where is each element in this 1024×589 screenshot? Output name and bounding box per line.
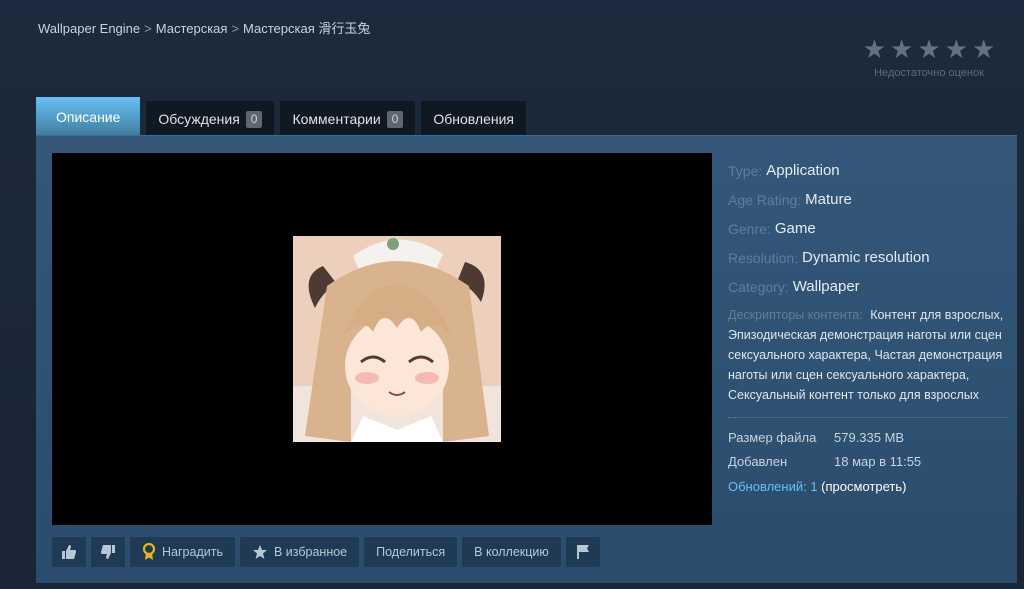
stat-added: Добавлен 18 мар в 11:55 — [728, 450, 1008, 474]
detail-label: Resolution: — [728, 249, 799, 266]
rating-text: Недостаточно оценок — [874, 67, 984, 79]
stat-label: Размер файла — [728, 430, 817, 445]
detail-label: Дескрипторы контента: — [728, 308, 863, 322]
award-label: Наградить — [162, 545, 223, 559]
share-button[interactable]: Поделиться — [364, 537, 458, 567]
star-icon: ★ — [890, 34, 914, 64]
tab-description[interactable]: Описание — [36, 97, 141, 137]
tab-label: Описание — [56, 109, 121, 125]
star-icon: ★ — [944, 34, 968, 64]
detail-age-rating: Age Rating: Mature — [728, 185, 1008, 214]
anime-girl-illustration — [293, 236, 501, 442]
detail-type: Type: Application — [728, 156, 1008, 185]
detail-label: Category: — [728, 278, 789, 295]
action-bar: Наградить В избранное Поделиться В колле… — [52, 537, 600, 567]
tab-count-badge: 0 — [245, 110, 263, 128]
star-icon: ★ — [862, 34, 887, 64]
breadcrumb: Wallpaper Engine > Мастерская > Мастерская 滑… — [38, 18, 370, 37]
tab-changelog[interactable]: Обновления — [421, 101, 526, 137]
award-button[interactable]: Наградить — [130, 537, 235, 567]
share-label: Поделиться — [376, 545, 446, 559]
detail-value: Wallpaper — [792, 278, 860, 295]
updates-link[interactable]: Обновлений: 1 — [728, 479, 818, 494]
breadcrumb-workshop[interactable]: Мастерская — [156, 21, 228, 36]
breadcrumb-author-workshop[interactable]: Мастерская 滑行玉兔 — [243, 21, 370, 36]
vote-down-button[interactable] — [91, 537, 125, 567]
collection-label: В коллекцию — [474, 545, 549, 559]
detail-genre: Genre: Game — [728, 214, 1008, 243]
star-icon: ★ — [917, 34, 941, 64]
flag-icon — [576, 545, 589, 559]
detail-value: Application — [766, 162, 840, 179]
item-details: Type: Application Age Rating: Mature Gen… — [728, 156, 1008, 500]
rating-widget: ★ ★ ★ ★ ★ Недостаточно оценок — [854, 36, 1004, 79]
breadcrumb-separator: > — [144, 21, 152, 36]
stat-value: 579.335 MB — [834, 430, 905, 445]
detail-label: Age Rating: — [728, 191, 802, 208]
add-to-collection-button[interactable]: В коллекцию — [462, 537, 561, 567]
star-icon: ★ — [971, 34, 996, 64]
stat-label: Добавлен — [728, 454, 788, 469]
tab-discussions[interactable]: Обсуждения 0 — [146, 101, 275, 137]
breadcrumb-separator: > — [231, 21, 240, 36]
view-updates-link[interactable]: (просмотреть) — [821, 479, 906, 494]
detail-value: Контент для взрослых, Эпизодическая демо… — [728, 308, 1004, 402]
stat-file-size: Размер файла 579.335 MB — [728, 426, 1008, 450]
vote-up-button[interactable] — [52, 537, 86, 567]
report-button[interactable] — [565, 537, 600, 567]
tab-label: Обсуждения — [158, 111, 240, 127]
rating-stars: ★ ★ ★ ★ ★ — [854, 36, 1004, 62]
updates-line: Обновлений: 1 (просмотреть) — [728, 474, 1008, 500]
description-panel: Type: Application Age Rating: Mature Gen… — [36, 135, 1017, 583]
thumbs-up-icon — [62, 545, 76, 559]
tab-bar: Описание Обсуждения 0 Комментарии 0 Обно… — [36, 95, 526, 137]
detail-value: Game — [774, 220, 816, 237]
tab-count-badge: 0 — [386, 110, 404, 128]
stat-value: 18 мар в 11:55 — [834, 454, 922, 469]
detail-value: Dynamic resolution — [802, 249, 930, 266]
star-icon — [252, 545, 267, 559]
tab-comments[interactable]: Комментарии 0 — [280, 101, 416, 137]
favorite-button[interactable]: В избранное — [239, 537, 360, 567]
detail-label: Genre: — [728, 220, 771, 237]
tab-label: Комментарии — [292, 111, 381, 127]
award-icon — [142, 543, 156, 560]
breadcrumb-wallpaper-engine[interactable]: Wallpaper Engine — [38, 21, 140, 36]
thumbs-down-icon — [101, 545, 115, 559]
detail-category: Category: Wallpaper — [728, 272, 1008, 301]
detail-resolution: Resolution: Dynamic resolution — [728, 243, 1008, 272]
tab-label: Обновления — [433, 111, 514, 127]
favorite-label: В избранное — [273, 545, 348, 559]
content-descriptors: Дескрипторы контента: Контент для взросл… — [728, 305, 1008, 405]
divider — [728, 417, 1008, 418]
detail-label: Type: — [728, 162, 763, 179]
preview-area[interactable] — [52, 153, 712, 525]
preview-image — [293, 236, 501, 442]
detail-value: Mature — [805, 191, 852, 208]
